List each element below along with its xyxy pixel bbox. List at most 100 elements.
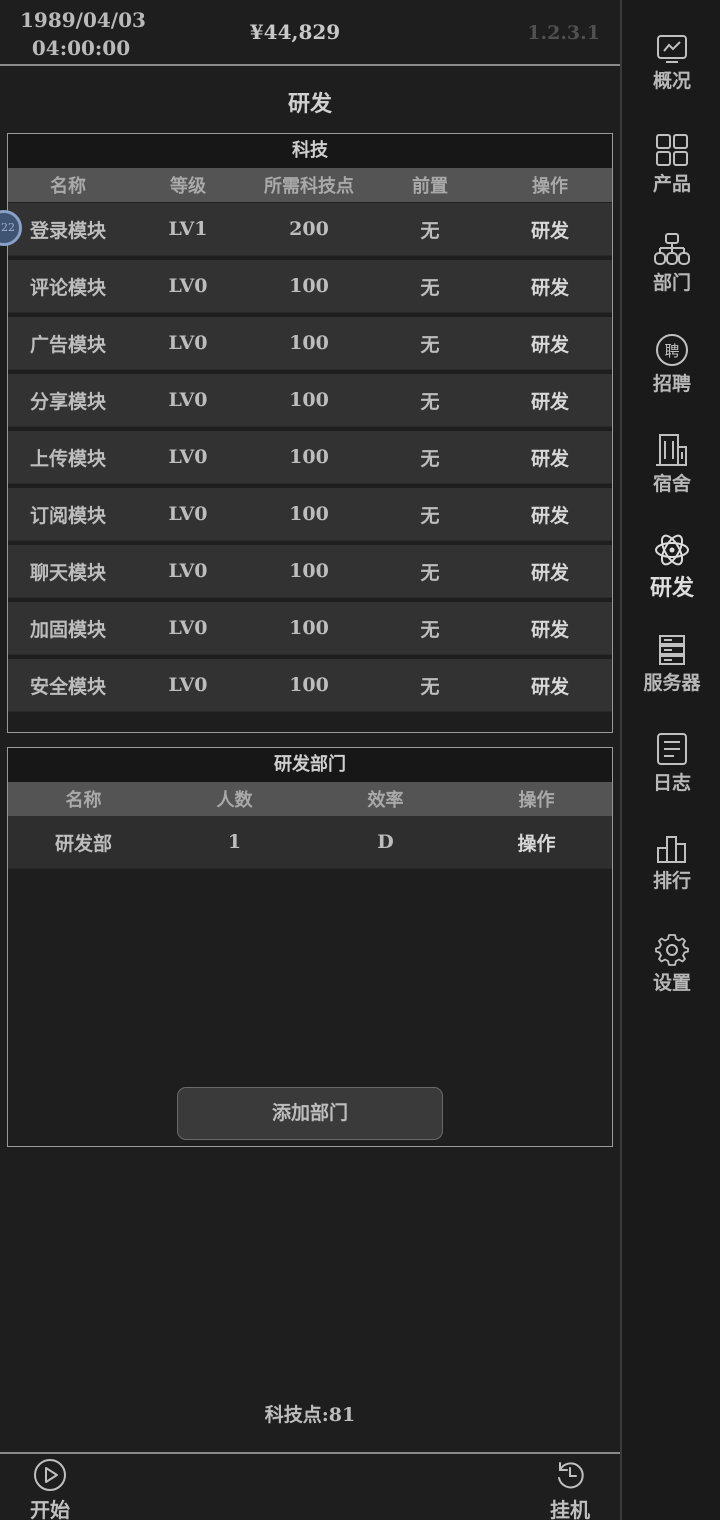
tech-level: LV0	[168, 446, 208, 468]
sidebar-item-label: 服务器	[643, 672, 701, 694]
game-time: 04:00:00	[31, 36, 131, 60]
tech-prereq: 无	[420, 333, 440, 356]
sidebar-item-label: 研发	[649, 575, 694, 601]
version-label: 1.2.3.1	[527, 22, 600, 44]
idle-button[interactable]: 挂机	[540, 1458, 600, 1520]
tech-table-header: 名称 等级 所需科技点 前置 操作	[8, 168, 612, 202]
hire-icon: 聘	[656, 334, 688, 366]
hire-glyph: 聘	[664, 342, 679, 360]
column-header-cost: 所需科技点	[264, 176, 354, 197]
game-datetime: 1989/04/03 04:00:00	[20, 6, 146, 62]
table-row: 安全模块 LV0 100 无 研发	[8, 659, 612, 712]
research-button[interactable]: 研发	[490, 672, 610, 699]
research-button[interactable]: 研发	[490, 615, 610, 642]
sidebar-item-products[interactable]: 产品	[622, 133, 720, 196]
table-row: 登录模块 LV1 200 无 研发	[8, 203, 612, 256]
sidebar-item-label: 宿舍	[652, 473, 691, 495]
sidebar-item-research[interactable]: 研发	[622, 532, 720, 602]
sidebar-item-label: 概况	[652, 70, 691, 92]
tech-cost: 100	[289, 389, 329, 411]
tech-level: LV0	[168, 389, 208, 411]
gear-icon	[655, 934, 689, 966]
building-icon	[656, 434, 687, 466]
top-bar: 1989/04/03 04:00:00 ¥44,829 1.2.3.1	[0, 0, 620, 66]
atom-icon	[655, 534, 689, 566]
tech-cost: 100	[289, 560, 329, 582]
play-icon	[34, 1459, 66, 1491]
tech-name: 分享模块	[29, 390, 106, 413]
table-row: 分享模块 LV0 100 无 研发	[8, 374, 612, 427]
research-button[interactable]: 研发	[490, 444, 610, 471]
dept-count: 1	[227, 831, 242, 853]
server-icon	[659, 635, 685, 665]
add-dept-button[interactable]: 添加部门	[177, 1087, 443, 1140]
sidebar-item-departments[interactable]: 部门	[622, 232, 720, 295]
org-icon	[654, 233, 690, 265]
grid-icon	[656, 134, 688, 166]
research-button[interactable]: 研发	[490, 387, 610, 414]
research-button[interactable]: 研发	[490, 330, 610, 357]
rank-icon	[657, 836, 686, 863]
tech-level: LV0	[168, 617, 208, 639]
start-label: 开始	[30, 1498, 70, 1520]
chart-icon	[657, 35, 687, 63]
tech-name: 加固模块	[29, 618, 106, 641]
tech-points: 科技点:81	[264, 1404, 356, 1426]
tech-cost: 100	[289, 275, 329, 297]
table-row: 评论模块 LV0 100 无 研发	[8, 260, 612, 313]
idle-label: 挂机	[550, 1498, 590, 1520]
research-button[interactable]: 研发	[490, 558, 610, 585]
tech-prereq: 无	[420, 390, 440, 413]
money-display: ¥44,829	[249, 20, 341, 44]
sidebar-item-label: 设置	[652, 972, 691, 994]
tech-name: 上传模块	[29, 447, 106, 470]
table-row: 广告模块 LV0 100 无 研发	[8, 317, 612, 370]
research-button[interactable]: 研发	[490, 273, 610, 300]
tech-prereq: 无	[420, 618, 440, 641]
sidebar-item-log[interactable]: 日志	[622, 732, 720, 795]
tech-name: 订阅模块	[29, 504, 106, 527]
table-row: 聊天模块 LV0 100 无 研发	[8, 545, 612, 598]
tech-prereq: 无	[420, 561, 440, 584]
sidebar-item-label: 招聘	[652, 373, 691, 395]
tech-prereq: 无	[420, 675, 440, 698]
clock-rewind-icon	[558, 1462, 584, 1489]
research-button[interactable]: 研发	[490, 216, 610, 243]
tech-cost: 100	[289, 332, 329, 354]
table-row: 上传模块 LV0 100 无 研发	[8, 431, 612, 484]
sidebar: 概况 产品 部门 聘 招聘 宿舍 研发 服务器 日志 排行 设置	[620, 0, 720, 1520]
table-row: 研发部 1 D 操作	[8, 816, 612, 869]
sidebar-item-dorm[interactable]: 宿舍	[622, 433, 720, 496]
column-header-action: 操作	[518, 790, 555, 811]
dept-panel-title: 研发部门	[8, 748, 612, 782]
column-header-action: 操作	[532, 176, 568, 197]
dept-operate-button[interactable]: 操作	[461, 829, 612, 856]
page-title: 研发	[287, 91, 332, 117]
tech-level: LV0	[168, 560, 208, 582]
bottom-bar: 开始 挂机	[0, 1452, 620, 1520]
sidebar-item-overview[interactable]: 概况	[622, 34, 720, 93]
tech-cost: 200	[289, 218, 329, 240]
column-header-name: 名称	[65, 790, 102, 811]
sidebar-item-server[interactable]: 服务器	[622, 634, 720, 695]
research-button[interactable]: 研发	[490, 501, 610, 528]
sidebar-item-recruit[interactable]: 聘 招聘	[622, 333, 720, 396]
column-header-name: 名称	[50, 176, 86, 197]
tech-level: LV1	[168, 218, 208, 240]
tech-name: 评论模块	[29, 276, 106, 299]
dept-table-header: 名称 人数 效率 操作	[8, 782, 612, 816]
sidebar-item-label: 产品	[652, 173, 691, 195]
sidebar-item-label: 日志	[652, 772, 691, 794]
column-header-count: 人数	[216, 790, 253, 811]
tech-name: 安全模块	[29, 675, 106, 698]
tech-prereq: 无	[420, 504, 440, 527]
tech-table-body[interactable]: 登录模块 LV1 200 无研发 评论模块 LV0 100 无研发 广告模块 LV0 100 无研发分…	[8, 202, 612, 732]
dept-name: 研发部	[54, 832, 112, 855]
start-button[interactable]: 开始	[20, 1458, 80, 1520]
tech-level: LV0	[168, 503, 208, 525]
tech-cost: 100	[289, 674, 329, 696]
sidebar-item-settings[interactable]: 设置	[622, 932, 720, 995]
sidebar-item-label: 排行	[652, 870, 691, 892]
sidebar-item-ranking[interactable]: 排行	[622, 834, 720, 893]
sidebar-item-label: 部门	[652, 272, 691, 294]
